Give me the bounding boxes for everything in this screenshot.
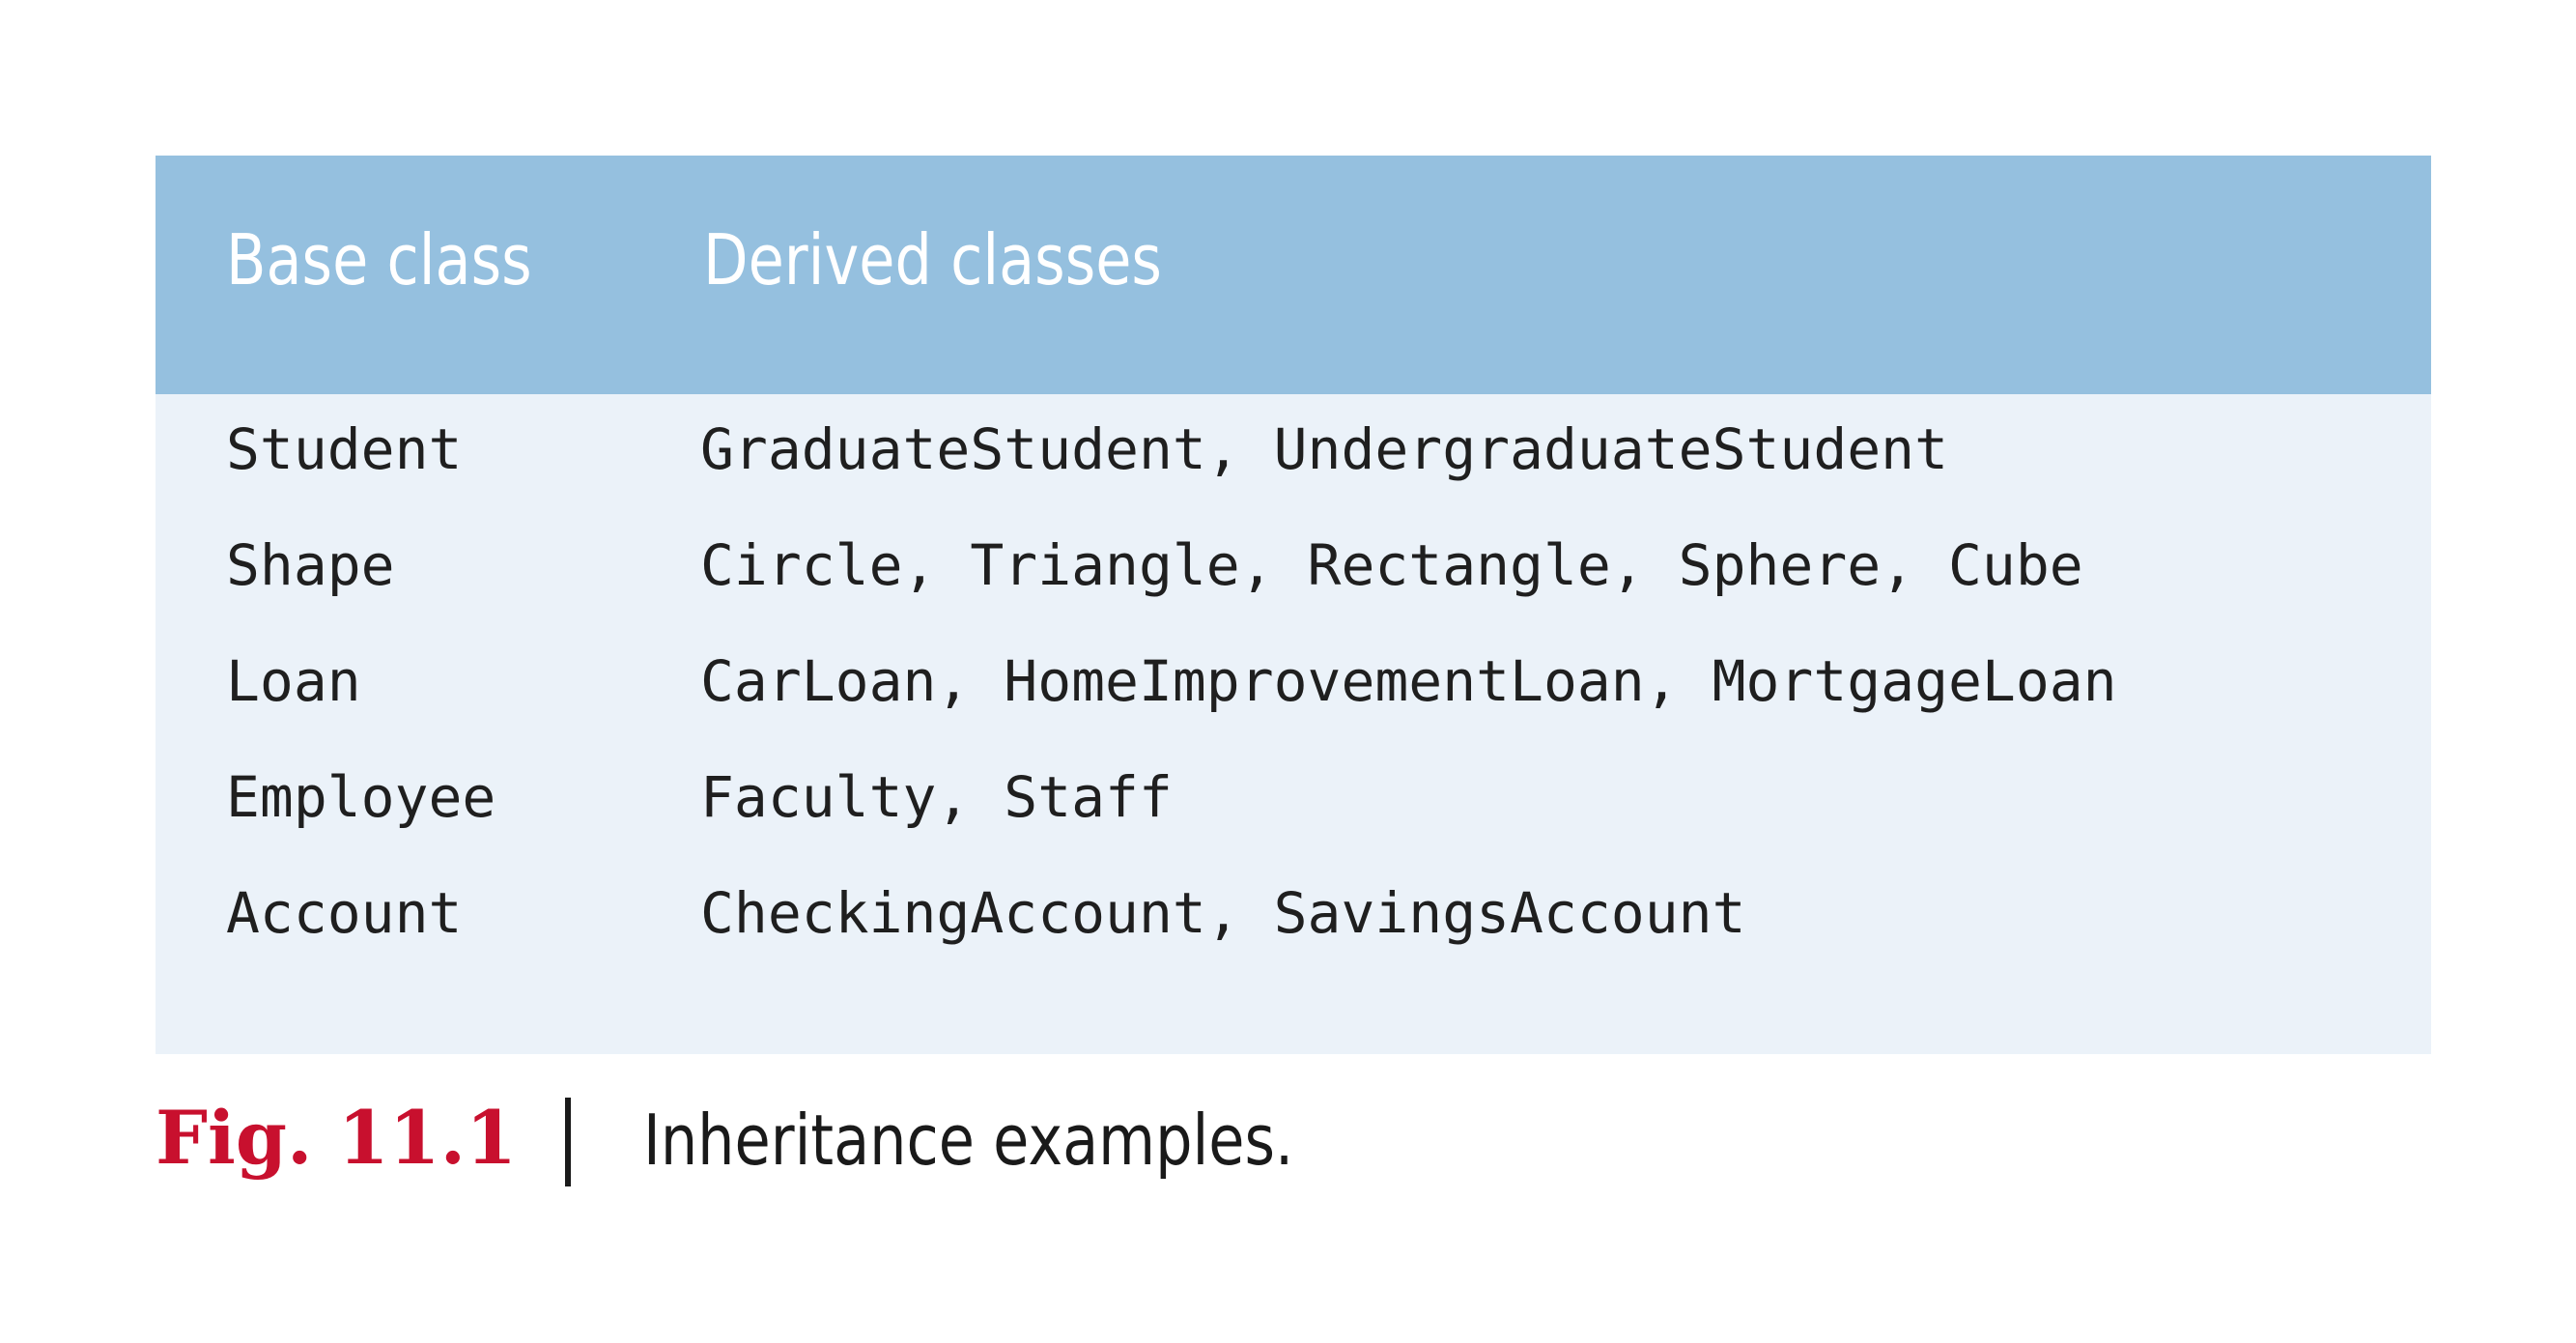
base-class-cell: Shape (226, 532, 395, 598)
figure-number: Fig. 11.1 (156, 1095, 517, 1181)
table-row: Account CheckingAccount, SavingsAccount (156, 885, 2431, 1001)
table-row: Student GraduateStudent, UndergraduateSt… (156, 421, 2431, 537)
base-class-cell: Account (226, 880, 463, 946)
table-row: Loan CarLoan, HomeImprovementLoan, Mortg… (156, 653, 2431, 769)
base-class-cell: Loan (226, 648, 361, 714)
base-class-cell: Student (226, 416, 463, 482)
column-header-derived-classes: Derived classes (703, 219, 1162, 300)
table-header: Base class Derived classes (156, 156, 2431, 394)
table-row: Employee Faculty, Staff (156, 769, 2431, 885)
base-class-cell: Employee (226, 764, 496, 830)
derived-classes-cell: GraduateStudent, UndergraduateStudent (700, 416, 1949, 482)
caption-divider (565, 1098, 571, 1186)
derived-classes-cell: Circle, Triangle, Rectangle, Sphere, Cub… (700, 532, 2083, 598)
caption-text: Inheritance examples. (643, 1100, 1294, 1181)
inheritance-table: Base class Derived classes Student Gradu… (156, 156, 2431, 1054)
column-header-base-class: Base class (226, 219, 532, 300)
derived-classes-cell: CarLoan, HomeImprovementLoan, MortgageLo… (700, 648, 2117, 714)
derived-classes-cell: Faculty, Staff (700, 764, 1173, 830)
derived-classes-cell: CheckingAccount, SavingsAccount (700, 880, 1746, 946)
table-row: Shape Circle, Triangle, Rectangle, Spher… (156, 537, 2431, 653)
